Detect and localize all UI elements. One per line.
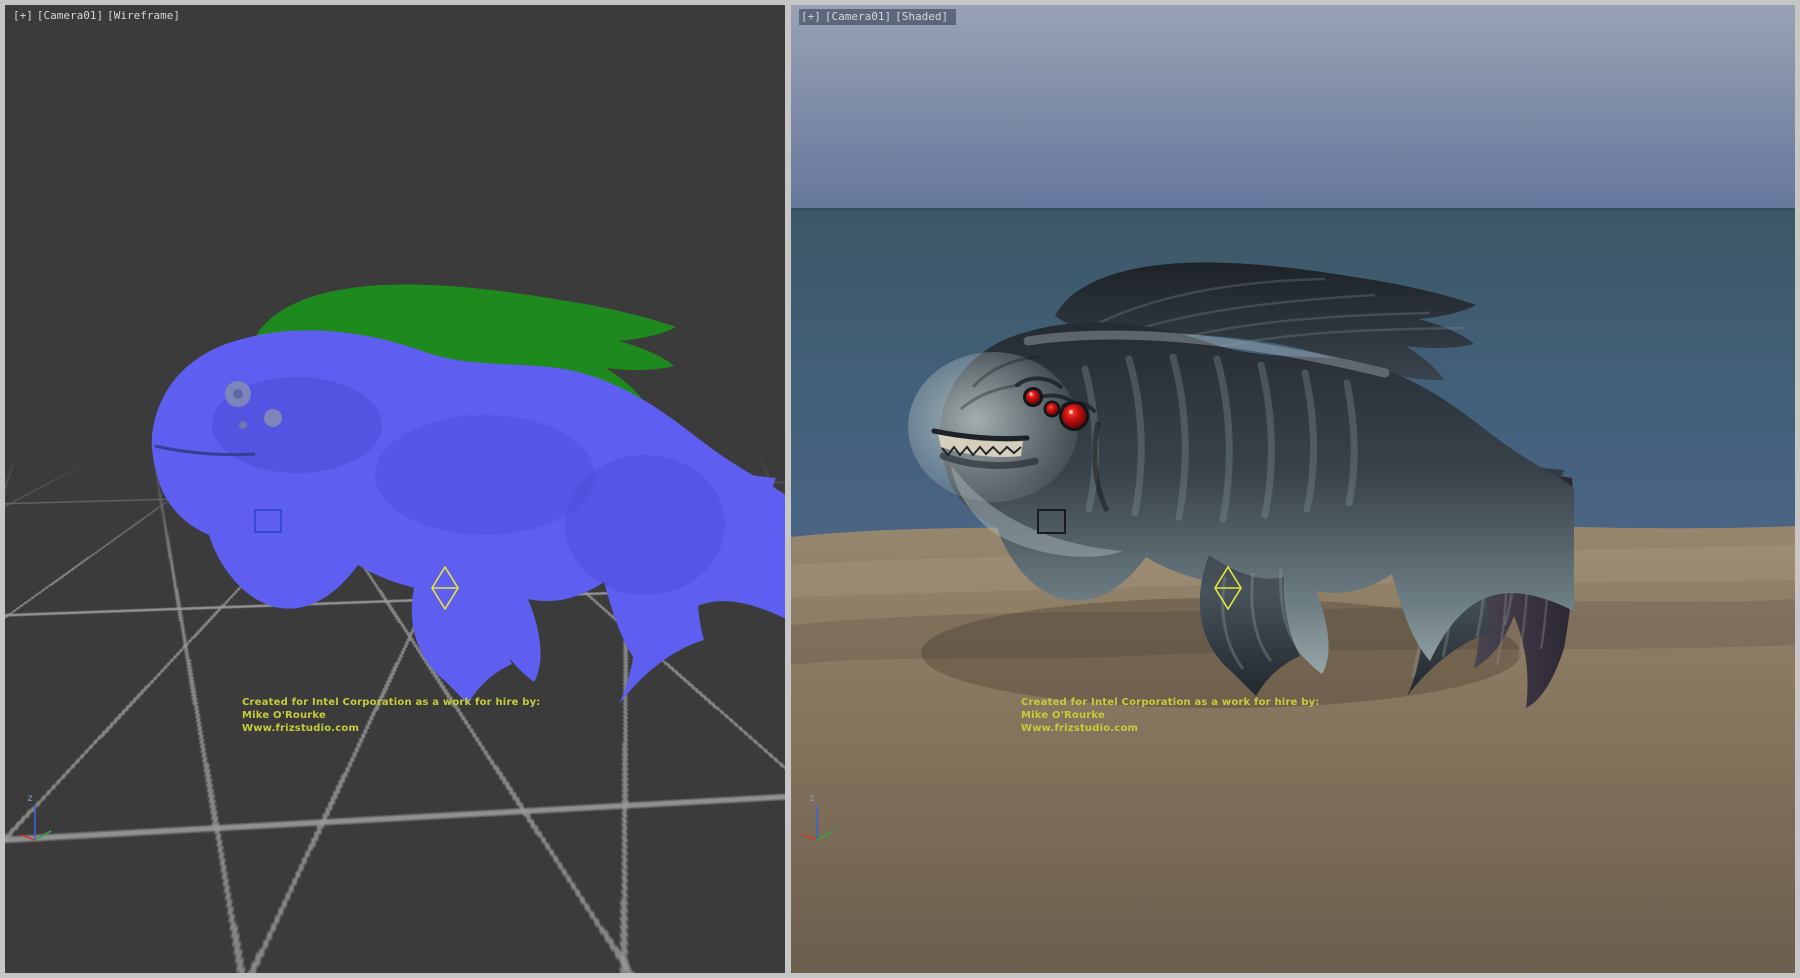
wireframe-overlays — [5, 5, 785, 973]
world-axis-tripod: z — [797, 793, 843, 848]
viewport-layout: [+] [Camera01] [Wireframe] — [0, 0, 1800, 978]
artist-watermark: Created for Intel Corporation as a work … — [242, 696, 541, 735]
watermark-line-1: Created for Intel Corporation as a work … — [1021, 696, 1320, 709]
watermark-line-1: Created for Intel Corporation as a work … — [242, 696, 541, 709]
watermark-line-2: Mike O'Rourke — [242, 709, 541, 722]
pov-viewport-menu[interactable]: [Camera01] — [825, 10, 891, 23]
watermark-line-2: Mike O'Rourke — [1021, 709, 1320, 722]
artist-watermark: Created for Intel Corporation as a work … — [1021, 696, 1320, 735]
pov-viewport-menu[interactable]: [Camera01] — [37, 9, 103, 22]
watermark-line-3: Www.frizstudio.com — [242, 722, 541, 735]
viewport-label: [+] [Camera01] [Shaded] — [799, 9, 956, 25]
world-axis-icon — [797, 804, 841, 844]
general-viewport-menu[interactable]: [+] — [13, 9, 33, 22]
watermark-line-3: Www.frizstudio.com — [1021, 722, 1320, 735]
axis-z-label: z — [809, 793, 843, 804]
shading-viewport-menu[interactable]: [Shaded] — [895, 10, 948, 23]
world-axis-icon — [15, 804, 59, 844]
general-viewport-menu[interactable]: [+] — [801, 10, 821, 23]
axis-z-label: z — [27, 793, 61, 804]
viewport-wireframe[interactable]: [+] [Camera01] [Wireframe] — [5, 5, 785, 973]
selection-box — [1038, 510, 1065, 533]
shaded-overlays — [791, 5, 1795, 973]
viewport-shaded[interactable]: [+] [Camera01] [Shaded] Created for Inte… — [791, 5, 1795, 973]
diamond-transform-gizmo-icon[interactable] — [1215, 567, 1241, 609]
selection-box — [255, 510, 281, 532]
shading-viewport-menu[interactable]: [Wireframe] — [107, 9, 180, 22]
viewport-label: [+] [Camera01] [Wireframe] — [13, 9, 180, 22]
world-axis-tripod: z — [15, 793, 61, 848]
diamond-transform-gizmo-icon[interactable] — [432, 567, 458, 609]
